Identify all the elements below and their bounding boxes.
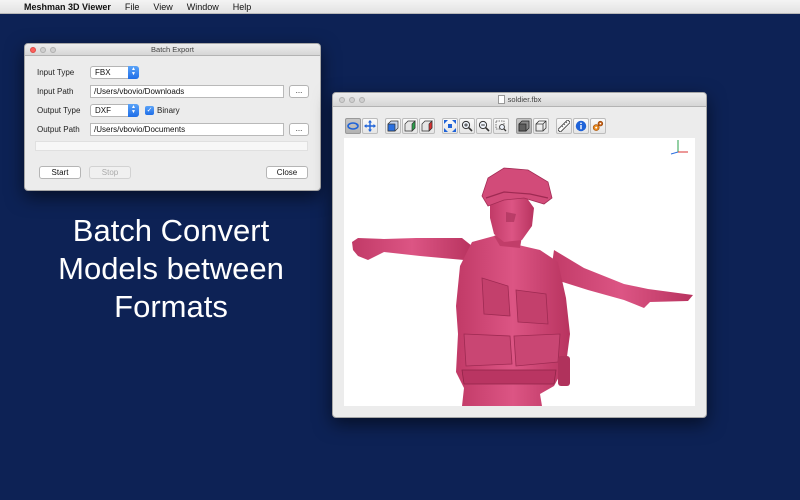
solid-shading-icon <box>518 120 530 131</box>
solid-shading-button[interactable] <box>516 117 532 134</box>
stop-button[interactable]: Stop <box>89 166 131 179</box>
binary-checkbox[interactable]: ✓ <box>145 106 154 115</box>
zoom-window-button[interactable] <box>359 97 365 103</box>
output-path-label: Output Path <box>37 125 80 134</box>
menu-file[interactable]: File <box>125 2 140 12</box>
document-icon <box>497 95 505 104</box>
settings-button[interactable] <box>590 117 606 134</box>
zoom-out-button[interactable] <box>476 117 492 134</box>
document-title: soldier.fbx <box>497 95 542 104</box>
view-front-button[interactable] <box>385 117 401 134</box>
wireframe-shading-icon <box>535 120 547 131</box>
view-front-icon <box>387 120 399 131</box>
output-type-label: Output Type <box>37 106 81 115</box>
fit-view-button[interactable] <box>442 117 458 134</box>
start-button[interactable]: Start <box>39 166 81 179</box>
input-type-label: Input Type <box>37 68 75 77</box>
export-progress-bar <box>35 141 308 151</box>
info-icon <box>575 120 587 131</box>
viewer-toolbar <box>345 117 607 134</box>
3d-viewport[interactable] <box>344 138 695 406</box>
input-path-label: Input Path <box>37 87 74 96</box>
select-arrows-icon: ▲ ▼ <box>128 66 139 79</box>
browse-output-button[interactable]: ... <box>289 123 309 136</box>
output-type-select[interactable]: DXF ▲ ▼ <box>90 104 139 117</box>
minimize-window-button[interactable] <box>349 97 355 103</box>
pan-tool-button[interactable] <box>362 117 378 134</box>
menu-bar: Meshman 3D Viewer File View Window Help <box>0 0 800 14</box>
soldier-model <box>352 140 693 406</box>
rotate-tool-button[interactable] <box>345 117 361 134</box>
hero-line: Models between <box>58 251 284 286</box>
hero-text: Batch Convert Models between Formats <box>40 212 302 326</box>
select-arrows-icon: ▲ ▼ <box>128 104 139 117</box>
window-controls <box>339 97 365 103</box>
hero-line: Batch Convert <box>72 213 270 248</box>
document-title-text: soldier.fbx <box>507 95 542 104</box>
menu-view[interactable]: View <box>153 2 172 12</box>
fit-view-icon <box>444 119 456 132</box>
zoom-in-button[interactable] <box>459 117 475 134</box>
view-top-button[interactable] <box>419 117 435 134</box>
hero-line: Formats <box>114 289 228 324</box>
view-top-icon <box>421 119 433 132</box>
model-left-arm <box>352 238 472 260</box>
batch-export-window: Batch Export Input Type FBX ▲ ▼ Input Pat… <box>24 43 321 191</box>
viewer-window: soldier.fbx <box>332 92 707 418</box>
menu-window[interactable]: Window <box>187 2 219 12</box>
measure-button[interactable] <box>556 117 572 134</box>
settings-gears-icon <box>592 120 604 131</box>
close-window-button[interactable] <box>339 97 345 103</box>
input-type-value: FBX <box>95 68 111 77</box>
info-button[interactable] <box>573 117 589 134</box>
input-type-select[interactable]: FBX ▲ ▼ <box>90 66 139 79</box>
input-path-field[interactable]: /Users/vbovio/Downloads <box>90 85 284 98</box>
close-button[interactable]: Close <box>266 166 308 179</box>
zoom-out-icon <box>478 120 490 132</box>
axis-gizmo-icon <box>670 140 688 155</box>
output-type-value: DXF <box>95 106 111 115</box>
menu-help[interactable]: Help <box>233 2 252 12</box>
model-right-arm <box>550 250 693 308</box>
wireframe-shading-button[interactable] <box>533 117 549 134</box>
viewer-titlebar[interactable]: soldier.fbx <box>333 93 706 107</box>
app-menu[interactable]: Meshman 3D Viewer <box>24 2 111 12</box>
binary-label[interactable]: Binary <box>157 106 180 115</box>
zoom-in-icon <box>461 120 473 132</box>
measure-icon <box>558 119 570 132</box>
zoom-region-icon <box>495 120 507 131</box>
zoom-region-button[interactable] <box>493 117 509 134</box>
pan-tool-icon <box>364 119 376 132</box>
view-side-button[interactable] <box>402 117 418 134</box>
browse-input-button[interactable]: ... <box>289 85 309 98</box>
output-path-field[interactable]: /Users/vbovio/Documents <box>90 123 284 136</box>
view-side-icon <box>404 119 416 132</box>
rotate-tool-icon <box>347 121 359 130</box>
